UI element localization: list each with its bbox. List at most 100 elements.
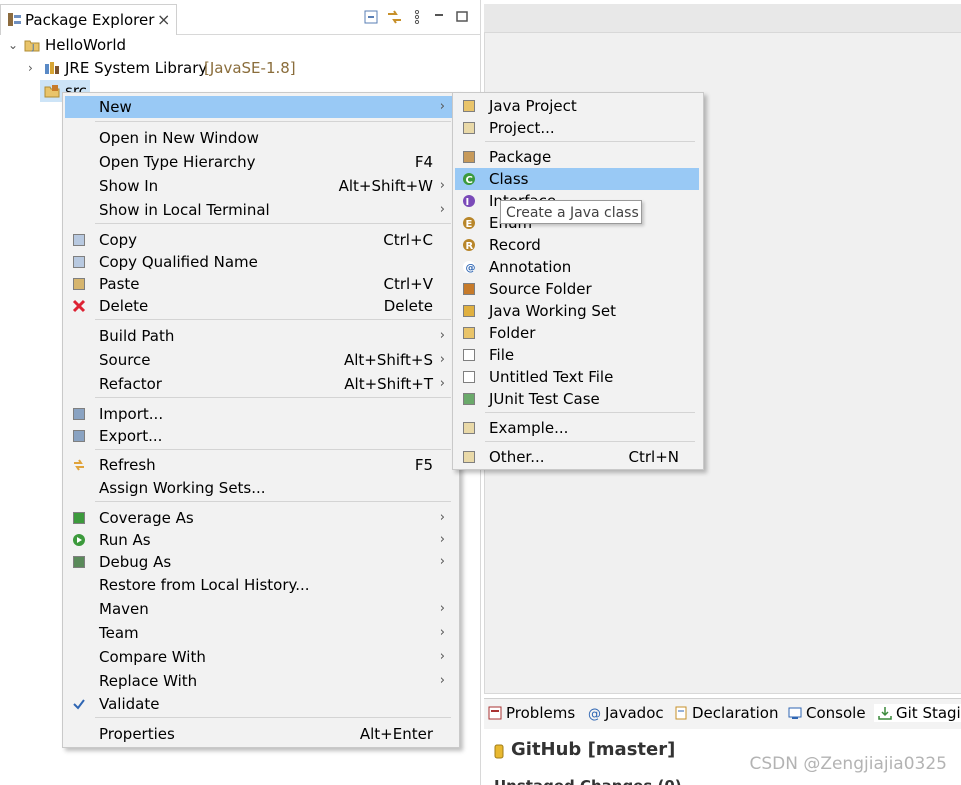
menu-item-label: Source Folder (489, 280, 592, 298)
svg-text:@: @ (466, 263, 476, 274)
menu-item-new[interactable]: New › (65, 96, 455, 118)
new-item-package[interactable]: Package (455, 146, 699, 168)
menu-item-properties[interactable]: Properties Alt+Enter (65, 723, 455, 745)
minimize-icon[interactable] (433, 10, 447, 24)
menu-separator (95, 501, 451, 502)
collapse-all-icon[interactable] (364, 10, 378, 24)
menu-item-debug-as[interactable]: Debug As › (65, 551, 455, 573)
menu-item-label: Annotation (489, 258, 572, 276)
chevron-down-icon[interactable]: ⌄ (8, 34, 18, 56)
new-item-java-working-set[interactable]: Java Working Set (455, 300, 699, 322)
menu-item-shortcut: Alt+Enter (359, 725, 433, 743)
menu-item-label: Refactor (99, 375, 162, 393)
svg-text:J: J (31, 43, 34, 52)
menu-item-shortcut: Alt+Shift+T (344, 375, 433, 393)
menu-item-assign-working-sets[interactable]: Assign Working Sets... (65, 477, 455, 499)
menu-item-label: Project... (489, 119, 555, 137)
link-with-editor-icon[interactable] (387, 10, 401, 24)
menu-item-paste[interactable]: Paste Ctrl+V (65, 273, 455, 295)
submenu-arrow-icon: › (439, 328, 445, 343)
menu-item-copy-qualified-name[interactable]: Copy Qualified Name (65, 251, 455, 273)
close-icon[interactable]: × (157, 10, 170, 29)
refresh-icon (74, 459, 84, 471)
menu-item-shortcut: Alt+Shift+W (338, 177, 433, 195)
unstaged-label: Unstaged Changes (0) (494, 777, 682, 785)
submenu-arrow-icon: › (439, 202, 445, 217)
tab-console-label: Console (806, 704, 866, 722)
new-item-untitled-text-file[interactable]: Untitled Text File (455, 366, 699, 388)
submenu-arrow-icon: › (439, 601, 445, 616)
tooltip: Create a Java class (500, 200, 642, 224)
menu-item-label: Folder (489, 324, 536, 342)
menu-item-run-as[interactable]: Run As › (65, 529, 455, 551)
menu-item-label: Team (99, 624, 139, 642)
menu-item-coverage-as[interactable]: Coverage As › (65, 507, 455, 529)
submenu-arrow-icon: › (439, 649, 445, 664)
new-item-project[interactable]: Project... (455, 117, 699, 139)
jre-label: JRE System Library (65, 59, 208, 77)
menu-item-team[interactable]: Team › (65, 622, 455, 644)
menu-item-shortcut: Ctrl+C (383, 231, 433, 249)
tab-package-explorer[interactable]: Package Explorer × (0, 4, 177, 35)
new-item-class[interactable]: C Class (455, 168, 699, 190)
tab-console[interactable]: Console (788, 704, 866, 722)
project-label: HelloWorld (45, 36, 127, 54)
new-item-other[interactable]: Other... Ctrl+N (455, 446, 699, 468)
jre-version: [JavaSE-1.8] (204, 59, 296, 77)
submenu-arrow-icon: › (439, 625, 445, 640)
new-item-file[interactable]: File (455, 344, 699, 366)
menu-item-label: Compare With (99, 648, 206, 666)
menu-item-label: JUnit Test Case (489, 390, 600, 408)
menu-item-label: Open in New Window (99, 129, 259, 147)
menu-item-validate[interactable]: Validate (65, 693, 455, 715)
menu-item-source[interactable]: Source Alt+Shift+S › (65, 349, 455, 371)
new-item-record[interactable]: R Record (455, 234, 699, 256)
menu-item-label: Copy (99, 231, 138, 249)
menu-item-show-in[interactable]: Show In Alt+Shift+W › (65, 175, 455, 197)
watermark: CSDN @Zengjiajia0325 (749, 754, 947, 774)
menu-item-label: Source (99, 351, 151, 369)
maximize-icon[interactable] (456, 10, 470, 24)
tab-problems[interactable]: Problems (488, 704, 575, 722)
java-project-icon (463, 100, 475, 112)
new-item-java-project[interactable]: Java Project (455, 95, 699, 117)
menu-item-label: File (489, 346, 515, 364)
debug-icon (73, 556, 85, 568)
menu-item-import[interactable]: Import... (65, 403, 455, 425)
menu-item-label: Coverage As (99, 509, 194, 527)
new-item-example[interactable]: Example... (455, 417, 699, 439)
tab-git-staging[interactable]: Git Staging (874, 704, 961, 722)
check-icon (73, 699, 85, 710)
menu-item-restore-from-local-history[interactable]: Restore from Local History... (65, 574, 455, 596)
menu-item-refresh[interactable]: Refresh F5 (65, 454, 455, 476)
svg-text:C: C (466, 175, 473, 186)
new-item-junit-test-case[interactable]: JUnit Test Case (455, 388, 699, 410)
new-item-annotation[interactable]: @ Annotation (455, 256, 699, 278)
new-item-source-folder[interactable]: Source Folder (455, 278, 699, 300)
menu-item-label: Java Project (489, 97, 577, 115)
menu-item-delete[interactable]: Delete Delete (65, 295, 455, 317)
menu-item-refactor[interactable]: Refactor Alt+Shift+T › (65, 373, 455, 395)
view-menu-icon[interactable] (412, 10, 426, 24)
menu-item-copy[interactable]: Copy Ctrl+C (65, 229, 455, 251)
menu-item-label: Replace With (99, 672, 198, 690)
tab-problems-label: Problems (506, 704, 576, 722)
menu-item-label: Package (489, 148, 552, 166)
menu-item-label: Restore from Local History... (99, 576, 310, 594)
menu-item-compare-with[interactable]: Compare With › (65, 646, 455, 668)
menu-item-replace-with[interactable]: Replace With › (65, 670, 455, 692)
menu-item-maven[interactable]: Maven › (65, 598, 455, 620)
new-item-folder[interactable]: Folder (455, 322, 699, 344)
menu-item-build-path[interactable]: Build Path › (65, 325, 455, 347)
tab-javadoc[interactable]: @ Javadoc (588, 704, 664, 722)
menu-item-label: Maven (99, 600, 149, 618)
menu-item-label: Delete (99, 297, 149, 315)
tab-declaration-label: Declaration (692, 704, 779, 722)
menu-item-show-in-local-terminal[interactable]: Show in Local Terminal › (65, 199, 455, 221)
menu-item-label: Other... (489, 448, 545, 466)
menu-item-open-in-new-window[interactable]: Open in New Window (65, 127, 455, 149)
menu-item-export[interactable]: Export... (65, 425, 455, 447)
menu-item-open-type-hierarchy[interactable]: Open Type Hierarchy F4 (65, 151, 455, 173)
chevron-right-icon[interactable]: › (28, 57, 38, 79)
tab-declaration[interactable]: Declaration (674, 704, 778, 722)
